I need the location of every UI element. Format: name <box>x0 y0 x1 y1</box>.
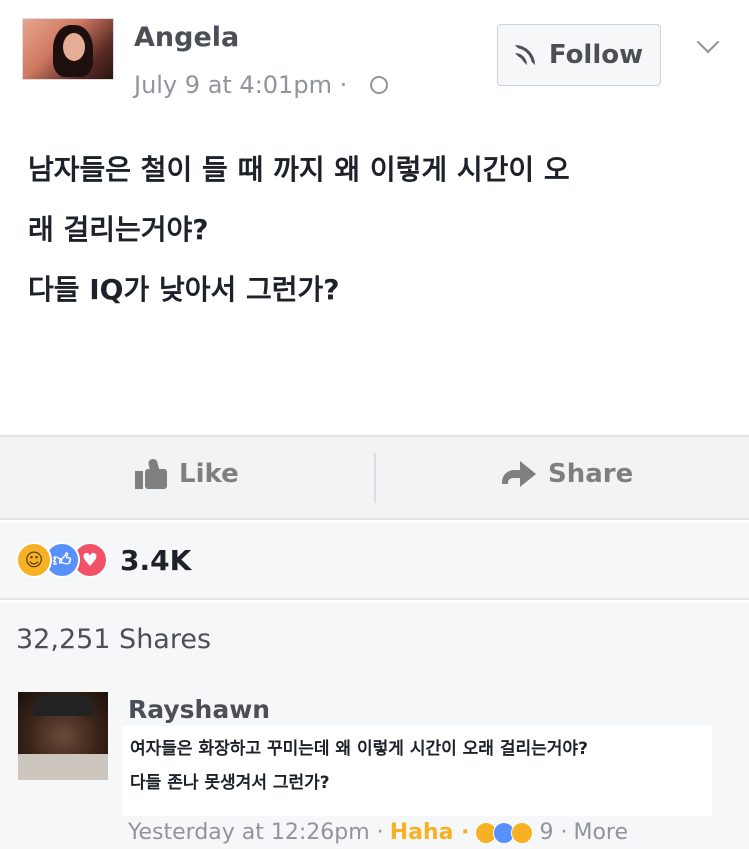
haha-reaction-button[interactable]: Haha · <box>390 820 470 845</box>
like-label: Like <box>179 459 239 489</box>
comment-text-line: 여자들은 화장하고 꾸미는데 왜 이렇게 시간이 오래 걸리는거야? <box>130 739 588 759</box>
post-text-line: 래 걸리는거야? <box>28 213 209 246</box>
globe-icon <box>370 76 388 94</box>
post-text-line: 남자들은 철이 들 때 까지 왜 이렇게 시간이 오 <box>28 153 570 186</box>
commenter-name[interactable]: Rayshawn <box>128 695 270 724</box>
follow-label: Follow <box>548 40 644 70</box>
commenter-avatar[interactable] <box>18 692 108 780</box>
thumbs-up-icon <box>135 458 169 489</box>
post-header: Angela July 9 at 4:01pm · Follow <box>0 0 749 120</box>
shares-summary: 32,251 Shares <box>0 602 749 680</box>
share-label: Share <box>548 459 634 489</box>
haha-icon: ☺ <box>16 542 52 578</box>
author-name[interactable]: Angela <box>134 22 239 53</box>
wow-icon <box>511 821 534 844</box>
reactions-summary[interactable]: ☺ 👍︎ ♥ 3.4K <box>0 522 749 600</box>
reaction-count[interactable]: 3.4K <box>120 544 191 577</box>
author-avatar[interactable] <box>22 18 114 80</box>
comment: Rayshawn 여자들은 화장하고 꾸미는데 왜 이렇게 시간이 오래 걸리는… <box>0 680 749 849</box>
comment-time[interactable]: Yesterday at 12:26pm · <box>128 820 384 845</box>
post-timestamp[interactable]: July 9 at 4:01pm · <box>134 71 347 99</box>
post-actions-bar: Like Share <box>0 435 749 520</box>
rss-icon <box>514 43 539 67</box>
like-button[interactable]: Like <box>135 458 239 489</box>
share-count[interactable]: 32,251 Shares <box>16 624 211 655</box>
chevron-down-icon[interactable] <box>696 30 720 54</box>
action-divider <box>374 453 376 503</box>
post-text-line: 다들 IQ가 낮아서 그런가? <box>28 273 340 306</box>
post-text: 남자들은 철이 들 때 까지 왜 이렇게 시간이 오 래 걸리는거야? 다들 I… <box>28 140 728 320</box>
comment-meta: Yesterday at 12:26pm · Haha · 9 · More <box>128 820 628 845</box>
comment-text-line: 다들 존나 못생겨서 그런가? <box>130 773 330 793</box>
comment-reaction-count[interactable]: 9 · <box>539 820 567 845</box>
comment-text: 여자들은 화장하고 꾸미는데 왜 이렇게 시간이 오래 걸리는거야? 다들 존나… <box>122 726 712 816</box>
share-arrow-icon <box>502 461 536 487</box>
share-button[interactable]: Share <box>502 459 633 489</box>
follow-button[interactable]: Follow <box>497 24 661 86</box>
more-link[interactable]: More <box>573 820 628 845</box>
